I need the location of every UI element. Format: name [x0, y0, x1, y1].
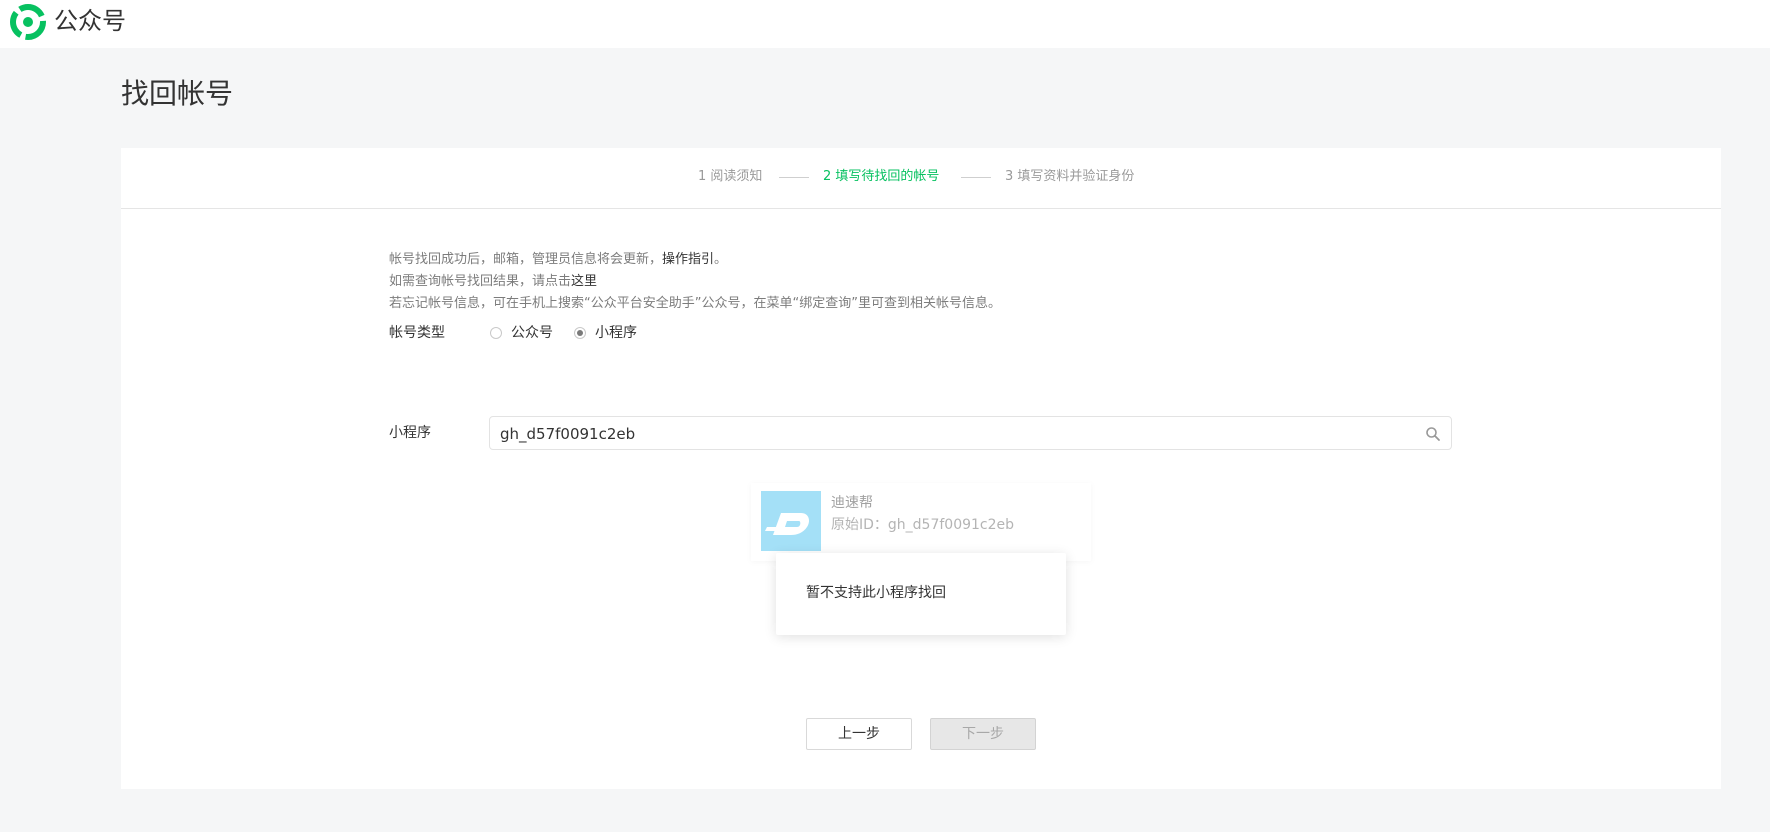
radio-official-account[interactable] [490, 327, 502, 339]
miniprogram-result-card[interactable]: 迪速帮 原始ID：gh_d57f0091c2eb [751, 483, 1091, 561]
next-step-button[interactable]: 下一步 [930, 718, 1036, 750]
top-bar: 公众号 [0, 0, 1770, 48]
unsupported-tooltip: 暂不支持此小程序找回 [776, 553, 1066, 635]
step-1: 1 阅读须知 [698, 169, 763, 184]
miniprogram-name: 迪速帮 [831, 495, 873, 511]
miniprogram-search-input[interactable]: gh_d57f0091c2eb [489, 416, 1452, 450]
radio-official-account-label[interactable]: 公众号 [511, 323, 553, 343]
notice-line-2: 如需查询帐号找回结果，请点击这里 [389, 271, 1001, 293]
wechat-official-accounts-logo-icon[interactable] [10, 4, 46, 40]
search-input-value[interactable]: gh_d57f0091c2eb [500, 424, 635, 444]
query-result-link[interactable]: 这里 [571, 274, 597, 289]
brand-name[interactable]: 公众号 [54, 6, 126, 36]
step-2-active: 2 填写待找回的帐号 [823, 169, 940, 184]
main-card: 1 阅读须知 2 填写待找回的帐号 3 填写资料并验证身份 帐号找回成功后，邮箱… [121, 148, 1721, 789]
page-title: 找回帐号 [121, 77, 234, 110]
step-divider [961, 177, 991, 178]
account-type-label: 帐号类型 [389, 325, 445, 341]
miniprogram-label: 小程序 [389, 425, 431, 441]
miniprogram-avatar [761, 491, 821, 551]
notice-line-3: 若忘记帐号信息，可在手机上搜索“公众平台安全助手”公众号，在菜单“绑定查询”里可… [389, 296, 1001, 311]
notice-line-2-text: 如需查询帐号找回结果，请点击 [389, 274, 572, 289]
radio-miniprogram-label[interactable]: 小程序 [595, 323, 637, 343]
notice-line-1-suffix: 。 [714, 252, 728, 267]
miniprogram-logo-icon [765, 513, 809, 535]
operation-guide-link[interactable]: 操作指引 [662, 252, 714, 267]
step-indicator: 1 阅读须知 2 填写待找回的帐号 3 填写资料并验证身份 [121, 148, 1721, 209]
step-divider [779, 177, 809, 178]
step-3: 3 填写资料并验证身份 [1005, 169, 1135, 184]
notice-line-1-text: 帐号找回成功后，邮箱，管理员信息将会更新， [389, 252, 663, 267]
miniprogram-original-id: 原始ID：gh_d57f0091c2eb [831, 517, 1015, 533]
search-icon[interactable] [1425, 426, 1441, 442]
tooltip-text: 暂不支持此小程序找回 [806, 585, 946, 601]
previous-step-button[interactable]: 上一步 [806, 718, 912, 750]
notice-line-1: 帐号找回成功后，邮箱，管理员信息将会更新，操作指引。 [389, 249, 1001, 271]
notice-text: 帐号找回成功后，邮箱，管理员信息将会更新，操作指引。 如需查询帐号找回结果，请点… [389, 249, 1001, 315]
radio-miniprogram[interactable] [574, 327, 586, 339]
